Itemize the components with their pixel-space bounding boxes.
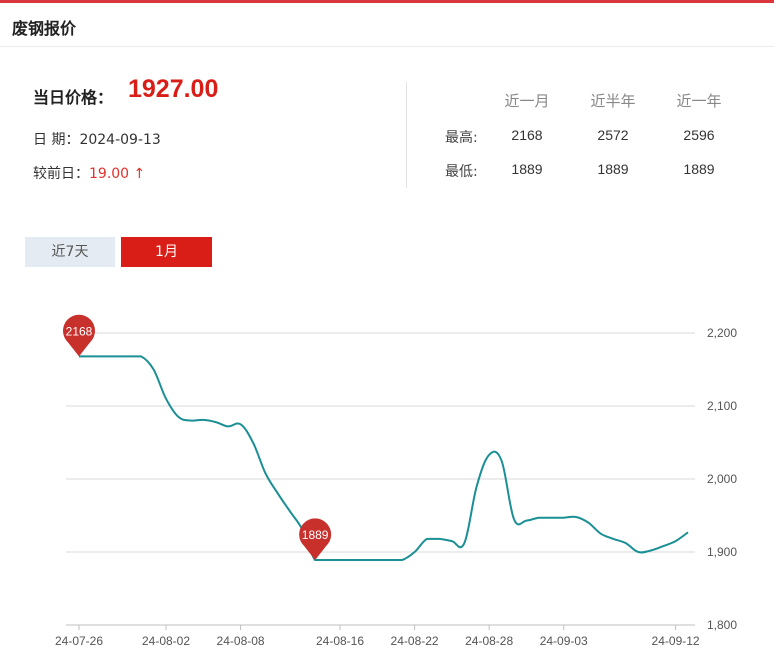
vertical-divider (406, 82, 407, 188)
price-line-chart: 2168 1889 2,200 2,100 2,000 1,900 1,800 24-07… (55, 314, 737, 648)
x-tick-label: 24-08-02 (142, 634, 190, 648)
marker-pin: 2168 (63, 314, 95, 357)
stats-row-label-low: 最低: (445, 164, 478, 180)
stats-row-label-high: 最高: (445, 130, 478, 146)
y-tick-label: 1,800 (707, 618, 737, 632)
x-tick-label: 24-08-08 (217, 634, 265, 648)
stats-cell: 1889 (511, 161, 543, 177)
date-label: 日 期： (33, 132, 80, 148)
tab-1-month[interactable]: 1月 (121, 237, 212, 267)
change-row: 较前日：19.00 ↑ (33, 163, 145, 183)
stats-cell: 2168 (511, 127, 543, 143)
y-tick-label: 2,100 (707, 399, 737, 413)
x-tick-label: 24-07-26 (55, 634, 103, 648)
marker-pin: 1889 (299, 518, 332, 561)
date-value: 2024-09-13 (79, 132, 161, 148)
stats-cell: 2596 (683, 127, 715, 143)
stats-col-header: 近半年 (590, 92, 636, 110)
stats-cell: 2572 (597, 127, 629, 143)
x-tick-label: 24-08-16 (316, 634, 364, 648)
change-label: 较前日： (33, 166, 89, 182)
price-label: 当日价格： (33, 88, 114, 107)
y-tick-label: 1,900 (707, 545, 737, 559)
x-tick-label: 24-08-28 (465, 634, 513, 648)
stats-cell: 1889 (683, 161, 715, 177)
pin-label: 2168 (66, 324, 93, 338)
tab-7-days[interactable]: 近7天 (25, 237, 115, 267)
price-value: 1927.00 (128, 75, 219, 103)
panel-header: 废钢报价 (0, 3, 774, 47)
x-tick-label: 24-09-03 (540, 634, 588, 648)
series-line (79, 355, 689, 561)
y-tick-label: 2,200 (707, 326, 737, 340)
stats-cell: 1889 (597, 161, 629, 177)
change-value: 19.00 ↑ (89, 166, 146, 182)
pin-label: 1889 (302, 528, 329, 542)
y-tick-label: 2,000 (707, 472, 737, 486)
stats-col-header: 近一年 (676, 92, 722, 110)
date-row: 日 期：2024-09-13 (33, 129, 161, 149)
x-tick-label: 24-09-12 (652, 634, 700, 648)
stats-col-header: 近一月 (504, 92, 550, 110)
x-tick-label: 24-08-22 (391, 634, 439, 648)
panel-title: 废钢报价 (12, 19, 77, 38)
